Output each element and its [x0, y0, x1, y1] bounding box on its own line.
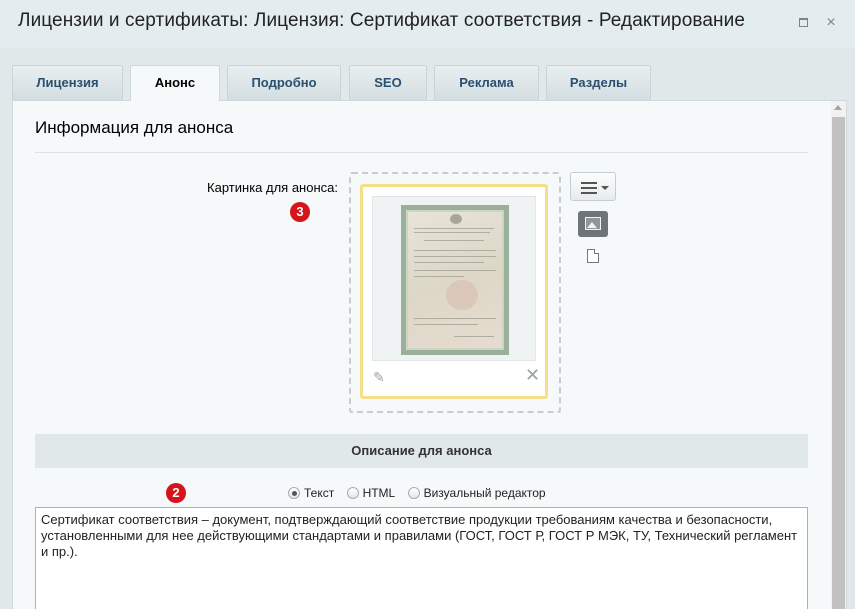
tab-ads[interactable]: Реклама	[434, 65, 539, 100]
image-preview-frame	[372, 196, 536, 361]
tab-announce[interactable]: Анонс	[130, 65, 220, 101]
editor-mode-group: Текст HTML Визуальный редактор	[288, 486, 555, 500]
vertical-scrollbar[interactable]	[831, 101, 846, 609]
menu-icon	[581, 182, 597, 197]
tab-seo[interactable]: SEO	[349, 65, 427, 100]
mode-visual-radio[interactable]: Визуальный редактор	[407, 486, 546, 500]
image-preview-card[interactable]: ✎ ✕	[360, 184, 548, 399]
remove-image-icon[interactable]: ✕	[525, 365, 540, 386]
description-textarea[interactable]: Сертификат соответствия – документ, подт…	[35, 507, 808, 609]
title-bar: Лицензии и сертификаты: Лицензия: Сертиф…	[0, 0, 855, 48]
image-icon	[585, 217, 601, 230]
image-mode-button[interactable]	[578, 211, 608, 237]
maximize-icon[interactable]	[794, 14, 812, 32]
mode-html-radio[interactable]: HTML	[346, 486, 395, 500]
image-menu-button[interactable]	[570, 172, 616, 201]
description-header: Описание для анонса	[35, 434, 808, 468]
step-badge-3: 3	[290, 202, 310, 222]
close-icon[interactable]: ×	[822, 14, 840, 32]
tab-license[interactable]: Лицензия	[12, 65, 123, 100]
mode-text-radio[interactable]: Текст	[288, 486, 334, 500]
announce-panel: Информация для анонса Картинка для анонс…	[12, 100, 847, 609]
tab-sections[interactable]: Разделы	[546, 65, 651, 100]
certificate-thumbnail	[401, 205, 509, 355]
file-icon[interactable]	[587, 249, 599, 263]
scroll-up-icon[interactable]	[834, 105, 842, 110]
window-title: Лицензии и сертификаты: Лицензия: Сертиф…	[18, 10, 745, 31]
image-label: Картинка для анонса:	[207, 180, 338, 195]
scroll-thumb[interactable]	[832, 117, 845, 609]
step-badge-2: 2	[166, 483, 186, 503]
tab-details[interactable]: Подробно	[227, 65, 341, 100]
section-divider	[35, 152, 808, 153]
pencil-icon[interactable]: ✎	[373, 369, 385, 386]
section-title: Информация для анонса	[35, 118, 234, 137]
chevron-down-icon	[601, 186, 609, 190]
